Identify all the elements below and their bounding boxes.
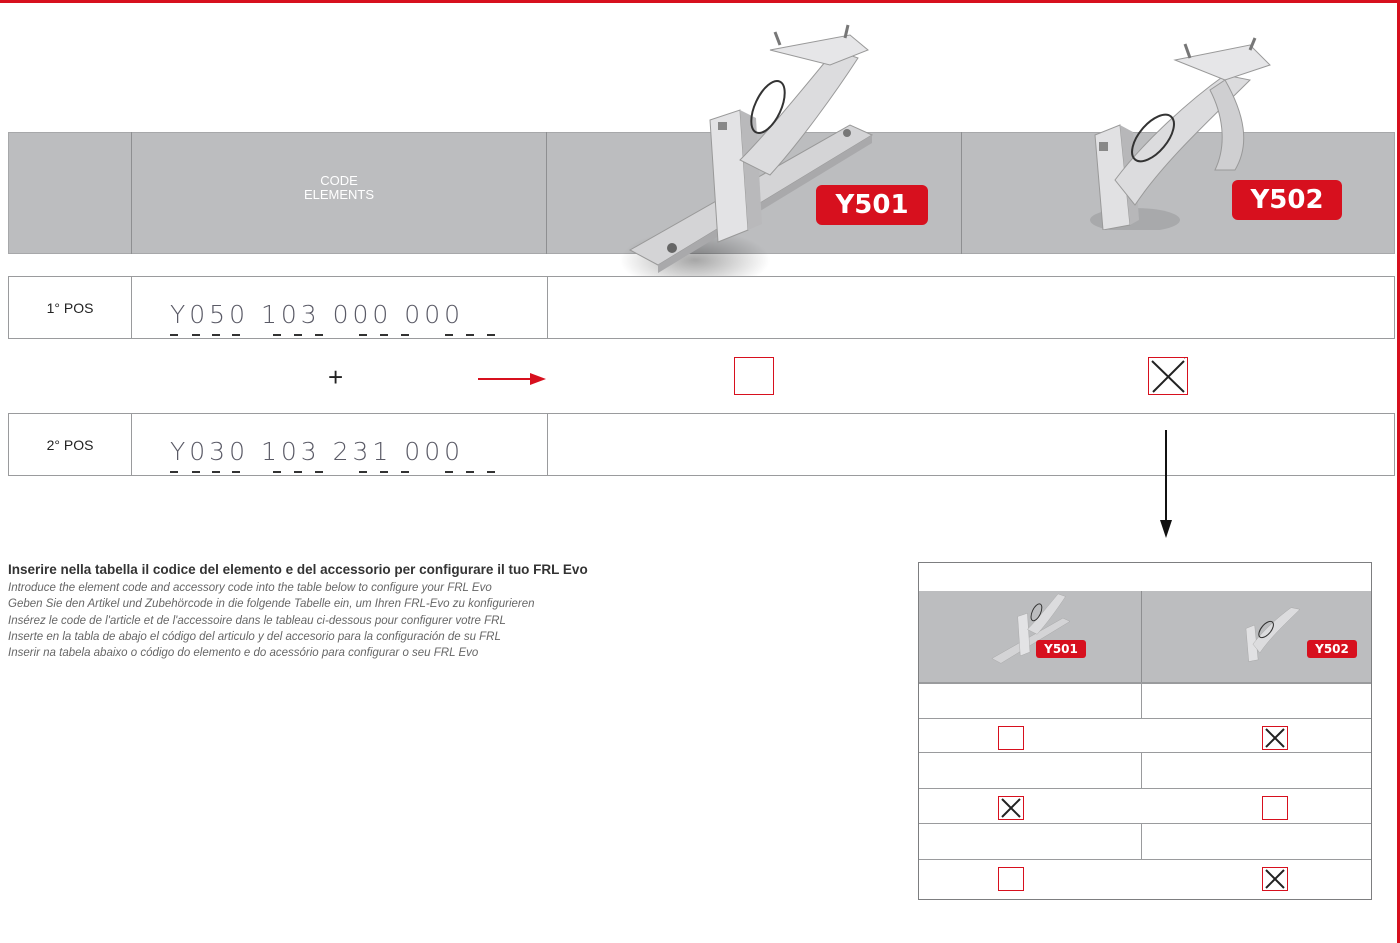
- code-label: CODE: [320, 173, 358, 188]
- instructions-block: Inserire nella tabella il codice del ele…: [8, 562, 888, 661]
- code-group: 000: [332, 300, 393, 329]
- element-code-2: Y030 103 231 000: [170, 437, 464, 466]
- code-group: 103: [260, 437, 321, 466]
- checkbox-y501[interactable]: [734, 357, 774, 395]
- instructions-line-en: Introduce the element code and accessory…: [8, 582, 492, 594]
- check-x-icon: [1151, 353, 1188, 393]
- header-divider: [546, 132, 547, 254]
- instructions-line-es: Inserte en la tabla de abajo el código d…: [8, 630, 501, 643]
- check-x-icon: [1265, 869, 1285, 889]
- mini-row-line: [919, 788, 1371, 789]
- row-divider: [131, 277, 132, 338]
- position-label: 2° POS: [46, 436, 94, 453]
- mini-badge-y501: Y501: [1036, 640, 1086, 658]
- mini-header-divider: [1141, 591, 1142, 682]
- instructions-line-fr: Insérez le code de l'article et de l'acc…: [8, 614, 506, 627]
- mini-checkbox[interactable]: [998, 726, 1024, 750]
- mini-row-divider: [1141, 824, 1142, 859]
- mini-checkbox[interactable]: [1262, 867, 1288, 891]
- mini-row-divider: [1141, 753, 1142, 788]
- mini-row-divider: [1141, 684, 1142, 718]
- arrow-right-icon: [478, 373, 546, 385]
- mini-row-line: [919, 682, 1371, 684]
- check-x-icon: [1001, 798, 1021, 818]
- code-group: 000: [404, 437, 465, 466]
- row-divider: [547, 414, 548, 475]
- instructions-line-de: Geben Sie den Artikel und Zubehörcode in…: [8, 598, 535, 611]
- code-group: 103: [260, 300, 321, 329]
- mini-row-line: [919, 752, 1371, 753]
- position-label: 1° POS: [46, 299, 94, 316]
- mini-row-line: [919, 859, 1371, 860]
- code-underline-dashes: [170, 334, 495, 336]
- product-badge-y502: Y502: [1232, 180, 1342, 220]
- check-x-icon: [1265, 728, 1285, 748]
- instructions-line-pt: Inserir na tabela abaixo o código do ele…: [8, 647, 479, 660]
- mini-row-line: [919, 823, 1371, 824]
- mini-config-table: Y501 Y502: [918, 562, 1372, 900]
- code-group: Y030: [170, 437, 249, 466]
- row-divider: [131, 414, 132, 475]
- product-badge-y501: Y501: [816, 185, 928, 225]
- checkbox-y502[interactable]: [1148, 353, 1188, 395]
- mini-bracket-y501-image: [991, 593, 1071, 664]
- arrow-down-icon: [1160, 430, 1172, 538]
- element-code-1: Y050 103 000 000: [170, 300, 464, 329]
- mini-checkbox[interactable]: [1262, 796, 1288, 820]
- code-group: 000: [404, 300, 465, 329]
- frame-top-border: [0, 0, 1400, 3]
- row-divider: [547, 277, 548, 338]
- bracket-y501-image: [620, 24, 874, 290]
- mini-checkbox[interactable]: [1262, 726, 1288, 750]
- mini-badge-y502: Y502: [1307, 640, 1357, 658]
- code-underline-dashes: [170, 471, 495, 473]
- elements-label: ELEMENTS: [303, 187, 375, 202]
- instructions-title: Inserire nella tabella il codice del ele…: [8, 562, 588, 577]
- code-group: Y050: [170, 300, 249, 329]
- code-group: 231: [332, 437, 393, 466]
- mini-row-line: [919, 718, 1371, 719]
- mini-checkbox[interactable]: [998, 796, 1024, 820]
- header-divider: [961, 132, 962, 254]
- code-elements-heading: CODE ELEMENTS: [132, 174, 546, 202]
- plus-symbol: +: [328, 362, 344, 392]
- mini-checkbox[interactable]: [998, 867, 1024, 891]
